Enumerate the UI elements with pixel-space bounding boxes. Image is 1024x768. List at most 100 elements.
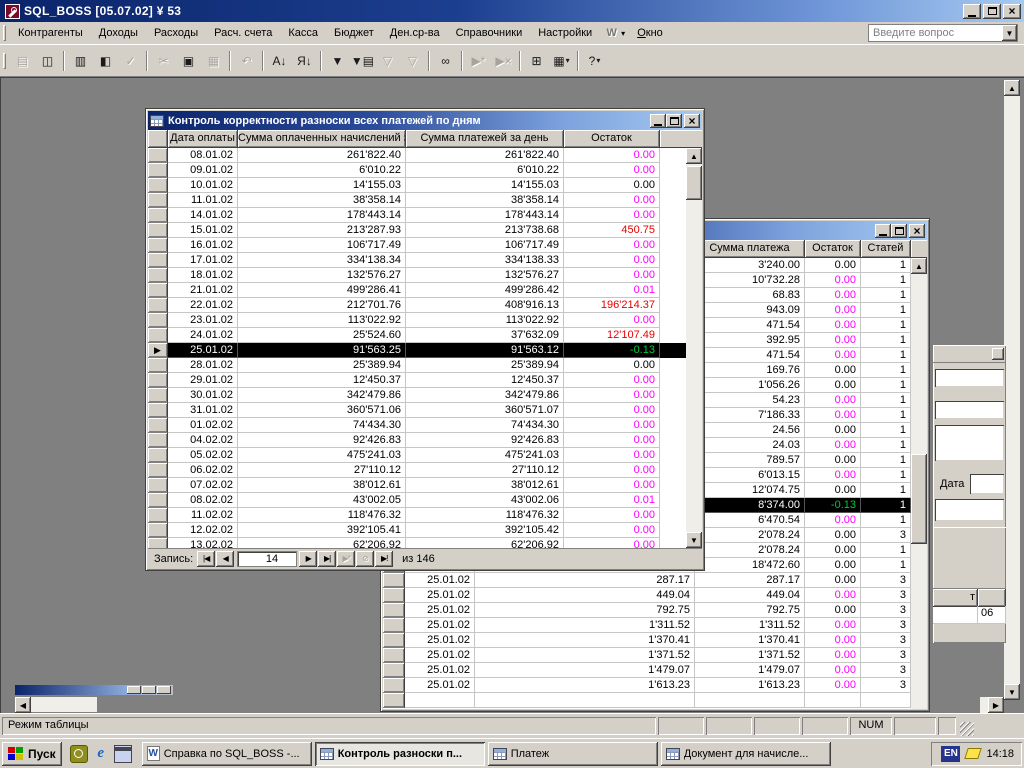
table-row[interactable]: 01.02.0274'434.3074'434.300.00	[148, 418, 702, 433]
apply-filter-button[interactable]: ▽	[376, 50, 399, 72]
table-row[interactable]: 24.01.0225'524.6037'632.0912'107.49	[148, 328, 702, 343]
maximize-button[interactable]	[891, 224, 907, 238]
row-selector[interactable]	[148, 238, 168, 253]
table-cell[interactable]: 09.01.02	[168, 163, 238, 178]
table-cell[interactable]: 792.75	[475, 603, 695, 618]
table-cell[interactable]: 106'717.49	[238, 238, 406, 253]
table-cell[interactable]: 1	[861, 468, 911, 483]
table-cell[interactable]: 1'370.41	[695, 633, 805, 648]
table-cell[interactable]: 25.01.02	[405, 678, 475, 693]
table-cell[interactable]: 68.83	[695, 288, 805, 303]
table-cell[interactable]: 10.01.02	[168, 178, 238, 193]
table-cell[interactable]: 1'370.41	[475, 633, 695, 648]
table-cell[interactable]: 31.01.02	[168, 403, 238, 418]
scrollbar-thumb[interactable]	[686, 166, 702, 200]
table-row[interactable]: 12.02.02392'105.41392'105.420.00	[148, 523, 702, 538]
minimize-button[interactable]	[650, 114, 666, 128]
copy-button[interactable]: ▣	[177, 50, 200, 72]
row-selector[interactable]	[383, 588, 405, 603]
first-record-button[interactable]: |◀	[197, 551, 215, 567]
table-cell[interactable]: 27'110.12	[238, 463, 406, 478]
table-cell[interactable]: 0.00	[564, 373, 660, 388]
table-cell[interactable]: 01.02.02	[168, 418, 238, 433]
table-cell[interactable]: 392.95	[695, 333, 805, 348]
table-cell[interactable]: 132'576.27	[406, 268, 564, 283]
table-cell[interactable]: 25.01.02	[405, 588, 475, 603]
menu-справочники[interactable]: Справочники	[448, 24, 531, 42]
column-header[interactable]: Сумма оплаченных начислений за	[238, 130, 406, 148]
table-cell[interactable]: 25.01.02	[168, 343, 238, 358]
table-cell[interactable]: 15.01.02	[168, 223, 238, 238]
row-selector[interactable]	[148, 403, 168, 418]
table-cell[interactable]: 2'078.24	[695, 528, 805, 543]
row-selector[interactable]	[383, 693, 405, 708]
table-cell[interactable]: 25'389.94	[406, 358, 564, 373]
table-cell[interactable]: 14'155.03	[238, 178, 406, 193]
table-cell[interactable]: 0.00	[805, 258, 861, 273]
table-cell[interactable]: 62'206.92	[406, 538, 564, 548]
table-cell[interactable]: 10'732.28	[695, 273, 805, 288]
table-cell[interactable]: 3	[861, 678, 911, 693]
table-cell[interactable]: 2'078.24	[695, 543, 805, 558]
scroll-left-button[interactable]: ◀	[15, 697, 31, 713]
table-row[interactable]: 31.01.02360'571.06360'571.070.00	[148, 403, 702, 418]
scrollbar-track[interactable]	[1004, 96, 1020, 684]
table-cell[interactable]: 43'002.05	[238, 493, 406, 508]
table-cell[interactable]: 471.54	[695, 318, 805, 333]
table-cell[interactable]: 1'056.26	[695, 378, 805, 393]
app-icon[interactable]	[5, 4, 20, 19]
row-selector[interactable]	[148, 163, 168, 178]
table-cell[interactable]: 1	[861, 273, 911, 288]
table-cell[interactable]: 0.00	[564, 163, 660, 178]
table-cell[interactable]: 0.00	[564, 253, 660, 268]
table-cell[interactable]: 0.00	[805, 648, 861, 663]
database-search-button[interactable]: ◫	[36, 50, 59, 72]
table-cell[interactable]: 54.23	[695, 393, 805, 408]
table-cell[interactable]: 3	[861, 573, 911, 588]
remove-filter-button[interactable]: ▽	[401, 50, 424, 72]
table-cell[interactable]: 471.54	[695, 348, 805, 363]
table-cell[interactable]: 24.01.02	[168, 328, 238, 343]
officelinks-menu-button[interactable]: W▾	[600, 26, 629, 41]
table-cell[interactable]: 408'916.13	[406, 298, 564, 313]
maximize-icon[interactable]	[142, 686, 156, 694]
table-cell[interactable]: 0.00	[564, 433, 660, 448]
question-combobox[interactable]: Введите вопрос ▼	[868, 24, 1018, 42]
table-cell[interactable]: 25.01.02	[405, 618, 475, 633]
table-cell[interactable]: 212'701.76	[238, 298, 406, 313]
table-cell[interactable]: 1	[861, 288, 911, 303]
table-row[interactable]: 25.01.02287.17287.170.003	[383, 573, 927, 588]
table-cell[interactable]: 113'022.92	[238, 313, 406, 328]
row-selector[interactable]	[148, 478, 168, 493]
row-selector[interactable]	[148, 253, 168, 268]
table-cell[interactable]: 360'571.06	[238, 403, 406, 418]
menu-настройки[interactable]: Настройки	[530, 24, 600, 42]
table-cell[interactable]: 1	[861, 363, 911, 378]
new-record-button[interactable]: ▶*	[337, 551, 355, 567]
column-header[interactable]: Остаток	[564, 130, 660, 148]
table-cell[interactable]: 0.00	[805, 663, 861, 678]
table-cell[interactable]: 25.01.02	[405, 603, 475, 618]
table-cell[interactable]: 1'371.52	[695, 648, 805, 663]
table-cell[interactable]: 21.01.02	[168, 283, 238, 298]
table-cell[interactable]: 92'426.83	[238, 433, 406, 448]
table-cell[interactable]: 3'240.00	[695, 258, 805, 273]
table-cell[interactable]: 91'563.12	[406, 343, 564, 358]
table-cell[interactable]: 3	[861, 633, 911, 648]
table-cell[interactable]: 3	[861, 528, 911, 543]
filter-by-selection-button[interactable]: ▼	[326, 50, 349, 72]
side-form-field[interactable]	[935, 369, 1004, 387]
datasheet-icon[interactable]	[150, 115, 164, 127]
table-cell[interactable]: 28.01.02	[168, 358, 238, 373]
table-cell[interactable]: 0.00	[564, 313, 660, 328]
select-all-cell[interactable]	[148, 130, 168, 148]
table-row[interactable]: 25.01.021'370.411'370.410.003	[383, 633, 927, 648]
table-cell[interactable]: 943.09	[695, 303, 805, 318]
row-selector[interactable]	[148, 178, 168, 193]
help-button[interactable]: ?▾	[583, 50, 606, 72]
goto-last-button[interactable]: ▶!	[375, 551, 393, 567]
table-cell[interactable]: 1	[861, 543, 911, 558]
row-selector[interactable]	[148, 433, 168, 448]
control-vertical-scrollbar[interactable]: ▲ ▼	[686, 148, 702, 548]
print-preview-button[interactable]: ◧	[94, 50, 117, 72]
